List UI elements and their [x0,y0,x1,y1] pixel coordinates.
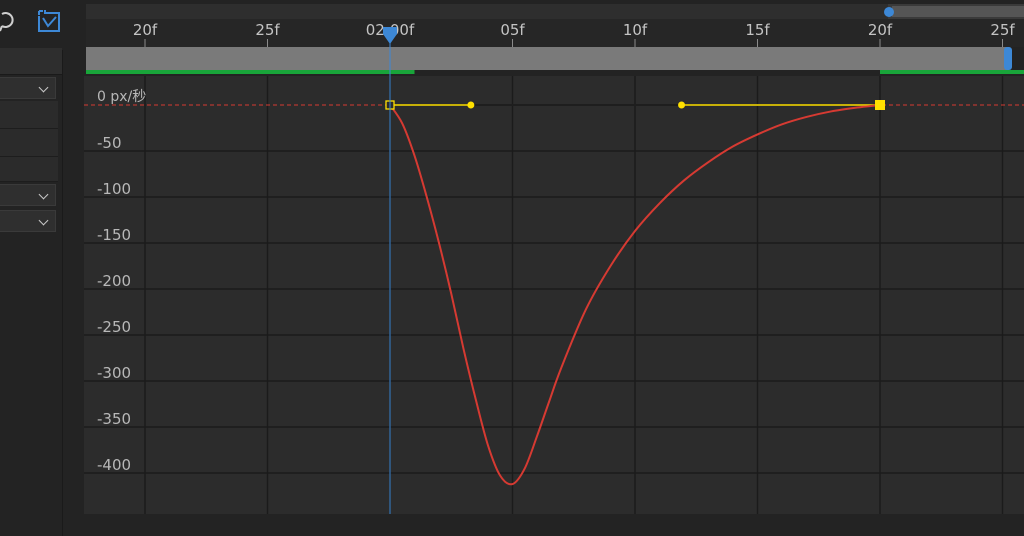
time-navigator-handle[interactable] [884,7,894,17]
time-ruler-label: 20f [868,21,893,39]
value-axis-label: -100 [97,180,131,198]
value-axis-label: -200 [97,272,131,290]
time-ruler-label: 25f [255,21,280,39]
value-axis-label: -250 [97,318,131,336]
value-axis-label: -150 [97,226,131,244]
influence-handle[interactable] [467,101,475,109]
value-unit-label: 0 px/秒 [97,89,146,105]
value-axis-label: -50 [97,134,122,152]
graph-area[interactable] [84,76,1024,514]
value-axis-label: -350 [97,410,131,428]
time-ruler-label: 15f [745,21,770,39]
work-area-indicator [86,70,1024,74]
time-ruler-label: 25f [990,21,1015,39]
work-area-end-handle[interactable] [1004,47,1012,70]
work-area-segment [880,70,1024,74]
time-ruler-label: 10f [623,21,648,39]
time-navigator-range [86,4,888,19]
influence-handle[interactable] [678,101,686,109]
work-area-segment [86,70,415,74]
keyframe-marker[interactable] [875,100,885,110]
graph-editor[interactable]: 20f25f02:00f05f10f15f20f25f -50-100-150-… [0,0,1024,536]
time-ruler-label: 20f [133,21,158,39]
time-ruler-label: 05f [500,21,525,39]
value-axis-label: -400 [97,456,131,474]
value-axis-label: -300 [97,364,131,382]
work-area-bar[interactable] [86,47,1008,70]
graph-footer [84,514,1024,536]
time-navigator-end [892,6,1024,17]
